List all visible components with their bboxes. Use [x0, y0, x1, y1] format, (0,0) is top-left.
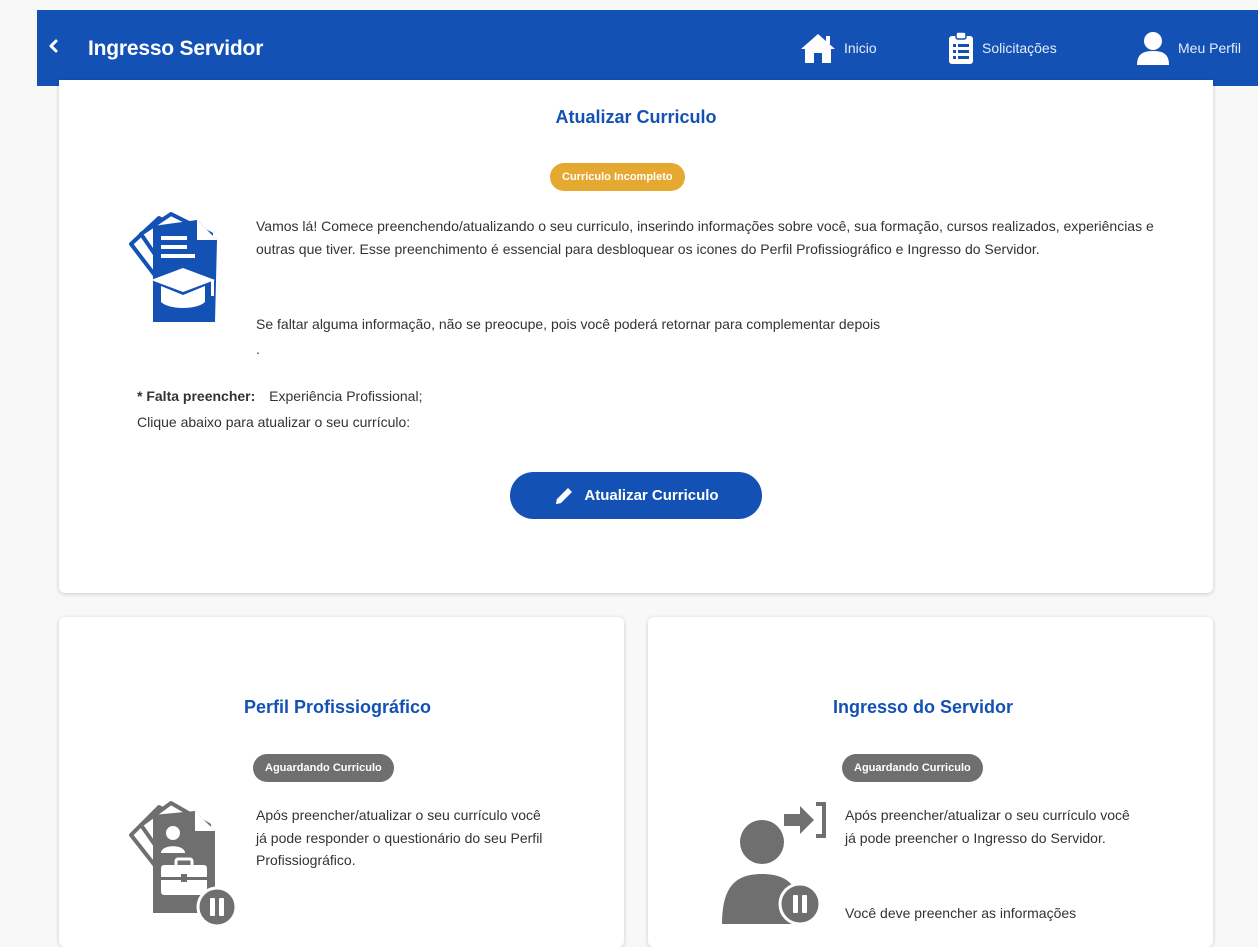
update-curriculum-button[interactable]: Atualizar Curriculo [510, 472, 762, 519]
missing-fields-label: * Falta preencher: [137, 388, 256, 404]
home-icon [801, 34, 835, 63]
server-entry-badge: Aguardando Curriculo [842, 754, 983, 782]
nav-profile[interactable]: Meu Perfil [1135, 30, 1241, 66]
nav-home[interactable]: Inicio [799, 30, 877, 66]
nav-requests[interactable]: Solicitações [947, 30, 1057, 66]
app-title: Ingresso Servidor [88, 37, 264, 60]
server-entry-text-2: Você deve preencher as informações [845, 905, 1077, 921]
curriculum-title: Atualizar Curriculo [555, 107, 717, 127]
curriculum-intro-text: Vamos lá! Comece preenchendo/atualizando… [256, 218, 1154, 257]
professional-profile-badge: Aguardando Curriculo [253, 754, 394, 782]
user-login-paused-icon [722, 802, 826, 926]
nav-profile-label: Meu Perfil [1178, 40, 1242, 56]
professional-profile-card: Perfil Profissiográfico Aguardando Curri… [59, 617, 624, 947]
click-hint-text: Clique abaixo para atualizar o seu currí… [137, 414, 411, 430]
profile-briefcase-paused-icon [129, 801, 238, 927]
curriculum-note-text: Se faltar alguma informação, não se preo… [256, 316, 881, 332]
professional-profile-title: Perfil Profissiográfico [244, 697, 432, 717]
pencil-icon [556, 487, 573, 504]
missing-fields-value: Experiência Profissional; [269, 388, 423, 404]
server-entry-text: Após preencher/atualizar o seu currículo… [845, 807, 1130, 846]
top-navbar: Ingresso Servidor Inicio Solicitações Me… [37, 10, 1258, 86]
update-curriculum-button-label: Atualizar Curriculo [584, 487, 719, 504]
clipboard-list-icon [949, 31, 973, 64]
curriculum-card: Atualizar Curriculo Curriculo Incompleto… [59, 80, 1213, 593]
chevron-left-icon [49, 39, 58, 53]
nav-home-label: Inicio [844, 40, 877, 56]
server-entry-card: Ingresso do Servidor Aguardando Curricul… [648, 617, 1213, 947]
curriculum-graduation-icon [129, 212, 217, 322]
user-icon [1137, 32, 1169, 65]
curriculum-note-end: . [256, 341, 260, 357]
missing-fields-line: * Falta preencher: Experiência Profissio… [137, 385, 422, 408]
server-entry-title: Ingresso do Servidor [833, 697, 1014, 717]
nav-requests-label: Solicitações [982, 40, 1057, 56]
back-button[interactable] [47, 36, 67, 58]
professional-profile-text: Após preencher/atualizar o seu currículo… [256, 807, 543, 868]
curriculum-status-badge: Curriculo Incompleto [550, 163, 685, 191]
